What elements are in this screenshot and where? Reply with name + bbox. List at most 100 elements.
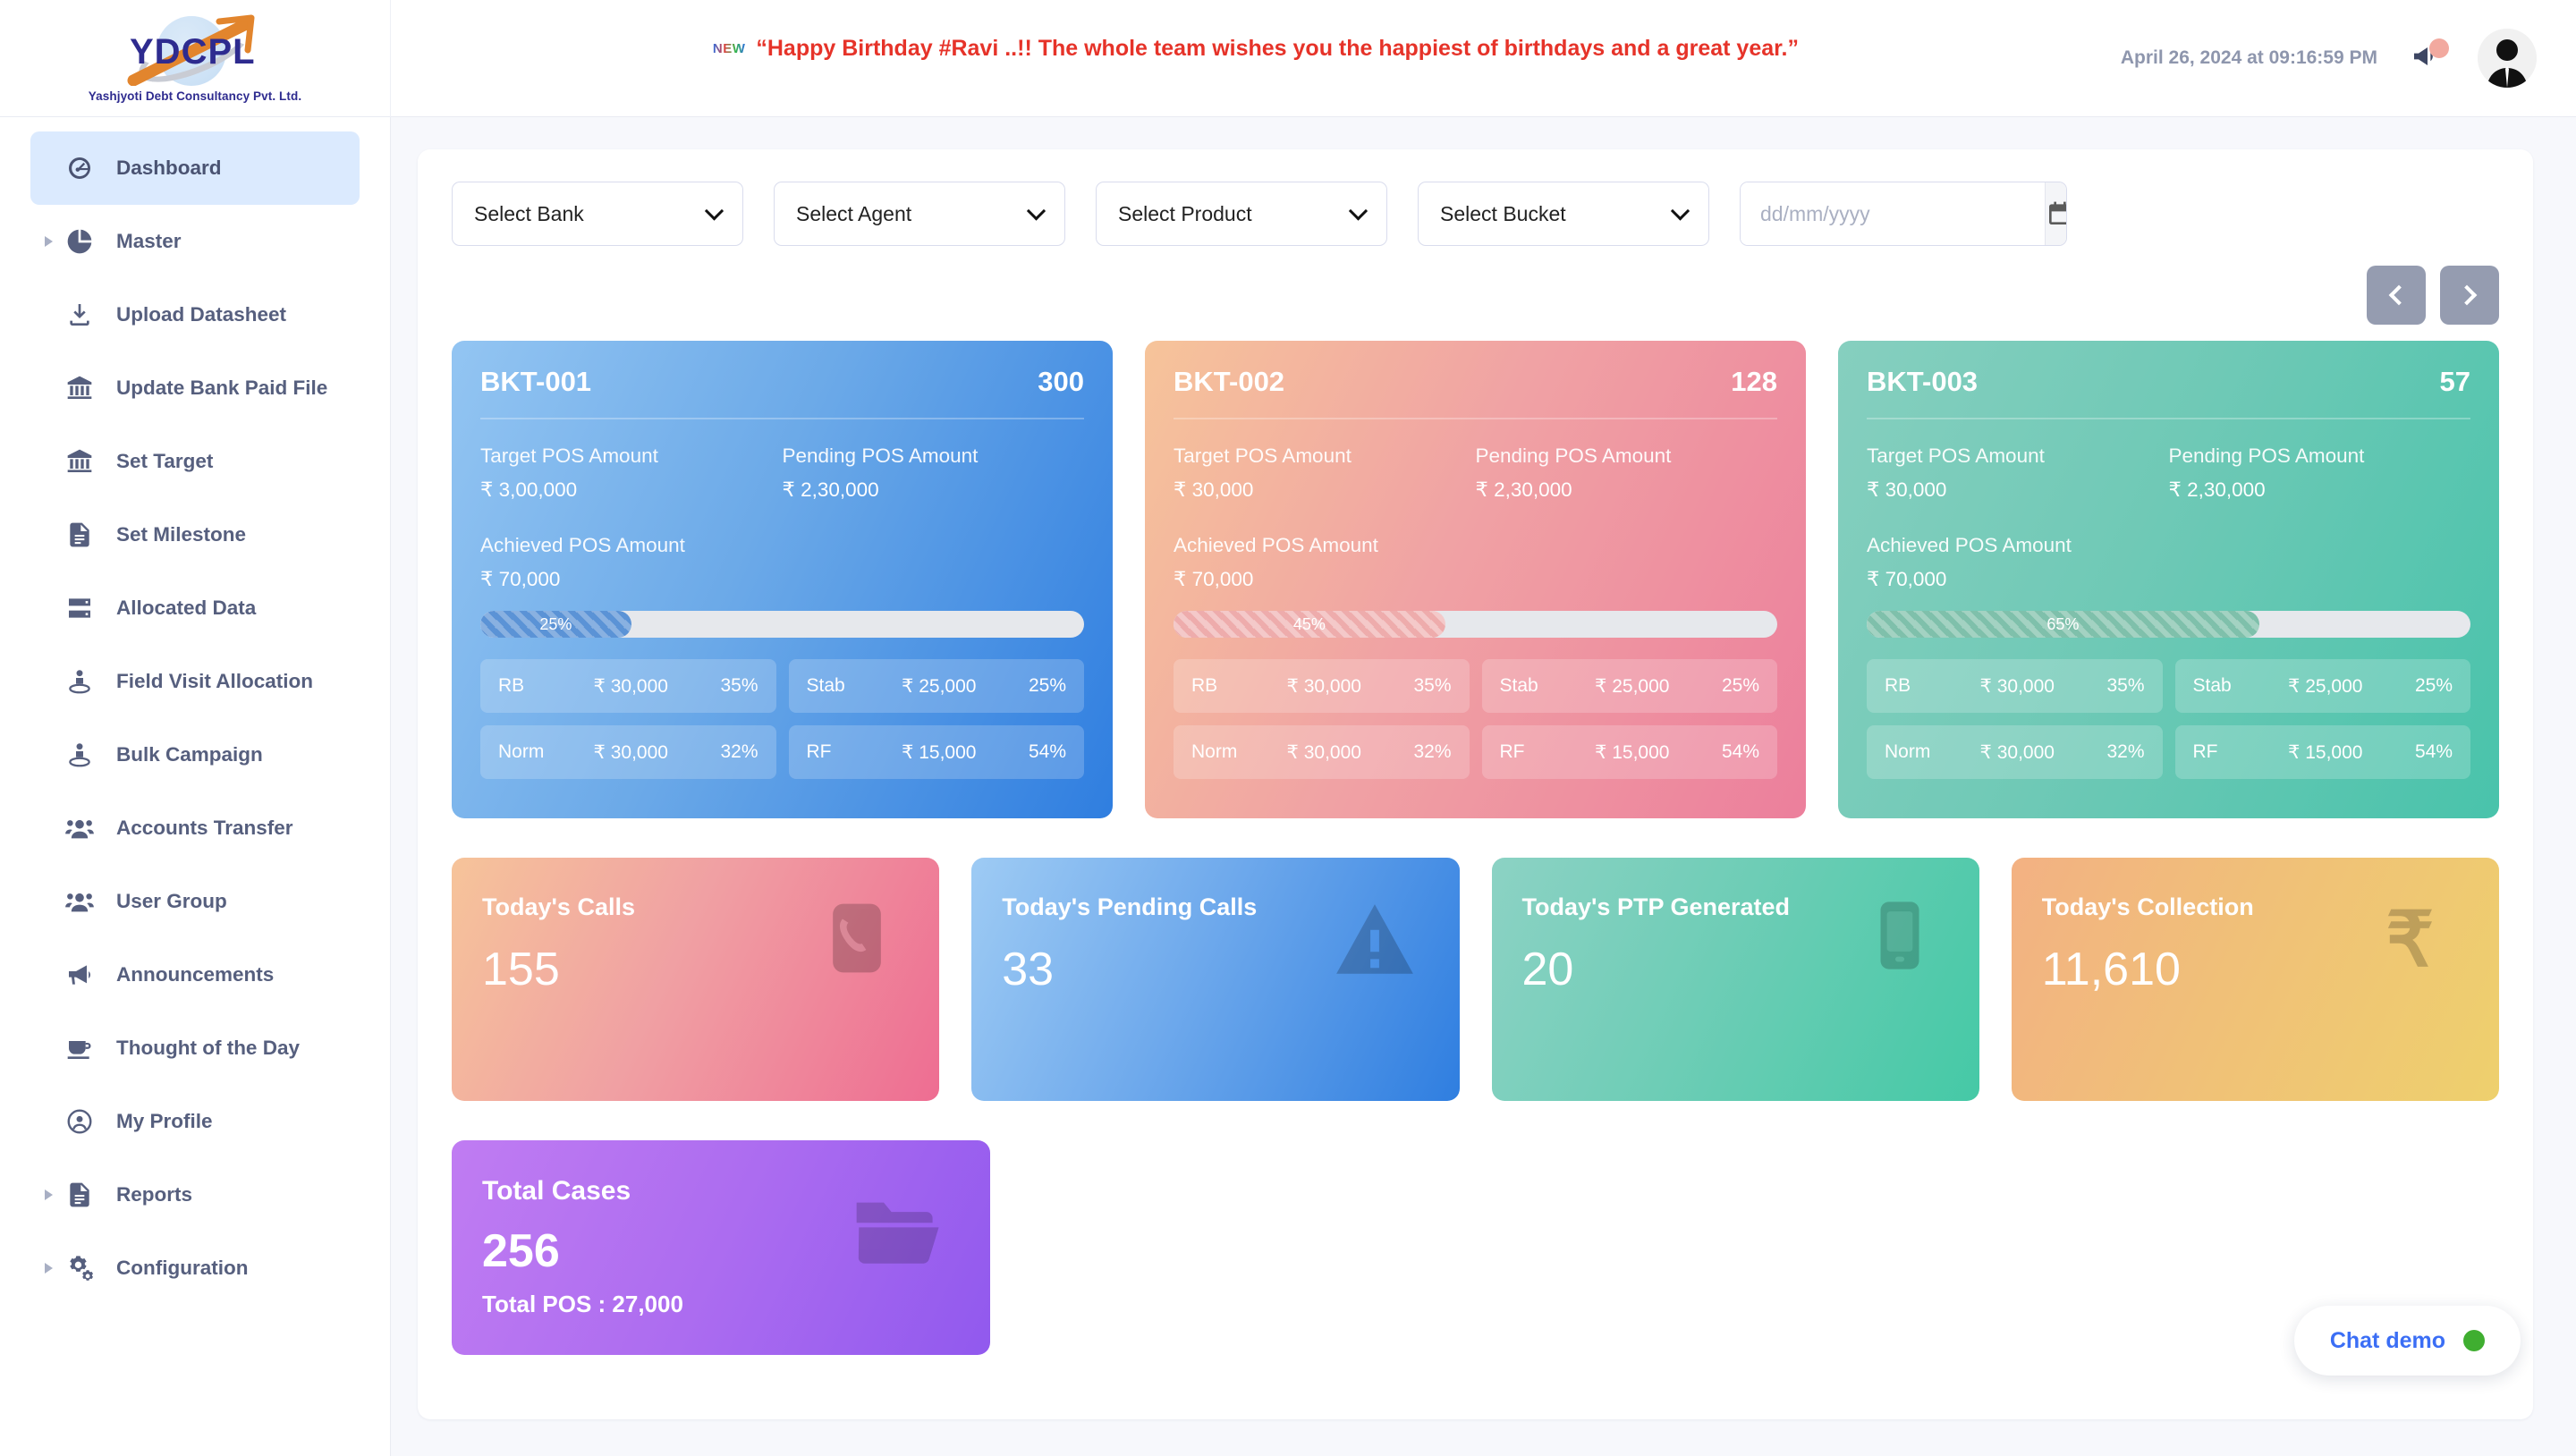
server-icon (64, 593, 95, 623)
sidebar-item-my-profile[interactable]: My Profile (30, 1085, 360, 1158)
sidebar-item-configuration[interactable]: Configuration (30, 1232, 360, 1305)
sidebar-nav: Dashboard Master Upload Datasheet Update Ba… (0, 131, 390, 1305)
sidebar-item-field-visit-allocation[interactable]: Field Visit Allocation (30, 645, 360, 718)
sidebar-item-label: Set Milestone (116, 523, 247, 546)
bucket-progress-fill: 65% (1867, 611, 2259, 638)
sidebar: Dashboard Master Upload Datasheet Update Ba… (0, 117, 391, 1456)
bucket-stat-cell: RB ₹ 30,000 35% (1174, 659, 1470, 713)
select-agent-dropdown[interactable]: Select Agent (774, 182, 1065, 246)
sidebar-item-master[interactable]: Master (30, 205, 360, 278)
bucket-target-col: Target POS Amount ₹ 30,000 (1867, 444, 2169, 502)
bucket-achieved: Achieved POS Amount ₹ 70,000 (1867, 534, 2470, 591)
sidebar-item-announcements[interactable]: Announcements (30, 938, 360, 1012)
sidebar-item-reports[interactable]: Reports (30, 1158, 360, 1232)
bucket-stat-value: ₹ 25,000 (902, 675, 977, 697)
calendar-glyph (2049, 201, 2066, 224)
bucket-stat-key: Stab (2192, 675, 2232, 696)
select-bank-dropdown[interactable]: Select Bank (452, 182, 743, 246)
pending-value: ₹ 2,30,000 (1475, 478, 1572, 501)
total-subtitle: Total POS : 27,000 (482, 1291, 683, 1317)
bucket-stats: RB ₹ 30,000 35% Stab ₹ 25,000 25% Norm ₹ 30,000… (1867, 659, 2470, 779)
bucket-stat-row: RB ₹ 30,000 35% Stab ₹ 25,000 25% (1867, 659, 2470, 713)
chevron-down-icon (1026, 201, 1046, 221)
bucket-progress-bar: 45% (1174, 611, 1777, 638)
avatar[interactable] (2478, 29, 2537, 88)
logo-text: YDCPL (130, 31, 256, 72)
chevron-right-icon (45, 1189, 53, 1200)
bucket-stat-cell: RF ₹ 15,000 54% (788, 725, 1084, 779)
next-bucket-button[interactable] (2440, 266, 2499, 325)
total-card-list: Total Cases 256 Total POS : 27,000 (452, 1140, 2499, 1355)
bucket-stat-cell: RF ₹ 15,000 54% (2174, 725, 2470, 779)
kpi-tile[interactable]: Today's PTP Generated 20 (1491, 858, 1979, 1101)
kpi-tile-list: Today's Calls 155 Today's Pending Calls 33 T… (452, 858, 2499, 1101)
target-value: ₹ 3,00,000 (480, 478, 578, 501)
target-label: Target POS Amount (1867, 444, 2045, 467)
bucket-achieved: Achieved POS Amount ₹ 70,000 (480, 534, 1084, 591)
prev-bucket-button[interactable] (2367, 266, 2426, 325)
bucket-carousel-controls (452, 266, 2499, 325)
bucket-card[interactable]: BKT-002 128 Target POS Amount ₹ 30,000 Pendi… (1145, 341, 1806, 818)
users-icon (64, 886, 95, 917)
person-pin-icon (64, 740, 95, 770)
bucket-pending-col: Pending POS Amount ₹ 2,30,000 (1476, 444, 1778, 502)
bucket-stat-percent: 25% (1721, 675, 1759, 696)
app-logo[interactable]: YDCPL Yashjyoti Debt Consultancy Pvt. Lt… (0, 0, 391, 117)
sidebar-item-thought-of-the-day[interactable]: Thought of the Day (30, 1012, 360, 1085)
sidebar-item-bulk-campaign[interactable]: Bulk Campaign (30, 718, 360, 791)
chevron-down-icon (704, 201, 724, 221)
sidebar-item-accounts-transfer[interactable]: Accounts Transfer (30, 791, 360, 865)
pending-label: Pending POS Amount (782, 444, 979, 467)
total-cases-card[interactable]: Total Cases 256 Total POS : 27,000 (452, 1140, 990, 1355)
chevron-right-icon (45, 1263, 53, 1274)
bucket-stat-percent: 54% (2414, 741, 2453, 762)
sidebar-item-allocated-data[interactable]: Allocated Data (30, 571, 360, 645)
mobile-phone-icon (1861, 897, 1938, 978)
pie-chart-icon (64, 226, 95, 257)
megaphone-icon[interactable] (2410, 38, 2449, 78)
sidebar-item-dashboard[interactable]: Dashboard (30, 131, 360, 205)
kpi-tile[interactable]: Today's Pending Calls 33 (971, 858, 1460, 1101)
bucket-stat-cell: RB ₹ 30,000 35% (1867, 659, 2163, 713)
bucket-stat-key: RF (806, 741, 832, 762)
bucket-stats: RB ₹ 30,000 35% Stab ₹ 25,000 25% Norm ₹ 30,000… (1174, 659, 1777, 779)
bucket-stat-value: ₹ 30,000 (1286, 675, 1361, 697)
top-bar-right: April 26, 2024 at 09:16:59 PM (2121, 29, 2576, 88)
date-input[interactable] (1741, 182, 2045, 245)
select-product-dropdown[interactable]: Select Product (1096, 182, 1387, 246)
sidebar-item-set-target[interactable]: Set Target (30, 425, 360, 498)
bucket-pending-col: Pending POS Amount ₹ 2,30,000 (783, 444, 1085, 502)
person-pin-icon (64, 666, 95, 697)
coffee-cup-icon (64, 1033, 95, 1063)
bucket-pending-col: Pending POS Amount ₹ 2,30,000 (2169, 444, 2471, 502)
bucket-stat-percent: 25% (2414, 675, 2453, 696)
target-label: Target POS Amount (1174, 444, 1352, 467)
bucket-stat-cell: Norm ₹ 30,000 32% (1867, 725, 2163, 779)
sidebar-item-update-bank-paid-file[interactable]: Update Bank Paid File (30, 351, 360, 425)
achieved-label: Achieved POS Amount (1867, 534, 2072, 556)
bucket-stat-value: ₹ 30,000 (593, 675, 668, 697)
kpi-tile[interactable]: Today's Collection 11,610 ₹ (2011, 858, 2499, 1101)
bucket-stat-value: ₹ 15,000 (902, 741, 977, 763)
bucket-stat-percent: 25% (1028, 675, 1066, 696)
sidebar-item-set-milestone[interactable]: Set Milestone (30, 498, 360, 571)
bank-icon (64, 446, 95, 477)
bucket-amounts: Target POS Amount ₹ 30,000 Pending POS Amo… (1867, 444, 2470, 502)
select-bucket-dropdown[interactable]: Select Bucket (1418, 182, 1709, 246)
bucket-stat-key: Norm (498, 741, 545, 762)
calendar-icon[interactable] (2045, 182, 2066, 245)
bucket-stat-percent: 32% (720, 741, 758, 762)
sidebar-item-upload-datasheet[interactable]: Upload Datasheet (30, 278, 360, 351)
bucket-stat-cell: RB ₹ 30,000 35% (480, 659, 776, 713)
bucket-stat-key: RF (2192, 741, 2218, 762)
bucket-card[interactable]: BKT-003 57 Target POS Amount ₹ 30,000 Pendin… (1838, 341, 2499, 818)
bucket-stat-key: Norm (1191, 741, 1238, 762)
main-content: Select Bank Select Agent Select Product … (391, 117, 2576, 1456)
sidebar-item-label: Master (116, 230, 182, 252)
chat-widget-button[interactable]: Chat demo (2293, 1306, 2521, 1376)
kpi-tile[interactable]: Today's Calls 155 (452, 858, 940, 1101)
bucket-achieved: Achieved POS Amount ₹ 70,000 (1174, 534, 1777, 591)
sidebar-item-user-group[interactable]: User Group (30, 865, 360, 938)
bucket-stat-cell: RF ₹ 15,000 54% (1481, 725, 1777, 779)
bucket-card[interactable]: BKT-001 300 Target POS Amount ₹ 3,00,000 Pen… (452, 341, 1113, 818)
